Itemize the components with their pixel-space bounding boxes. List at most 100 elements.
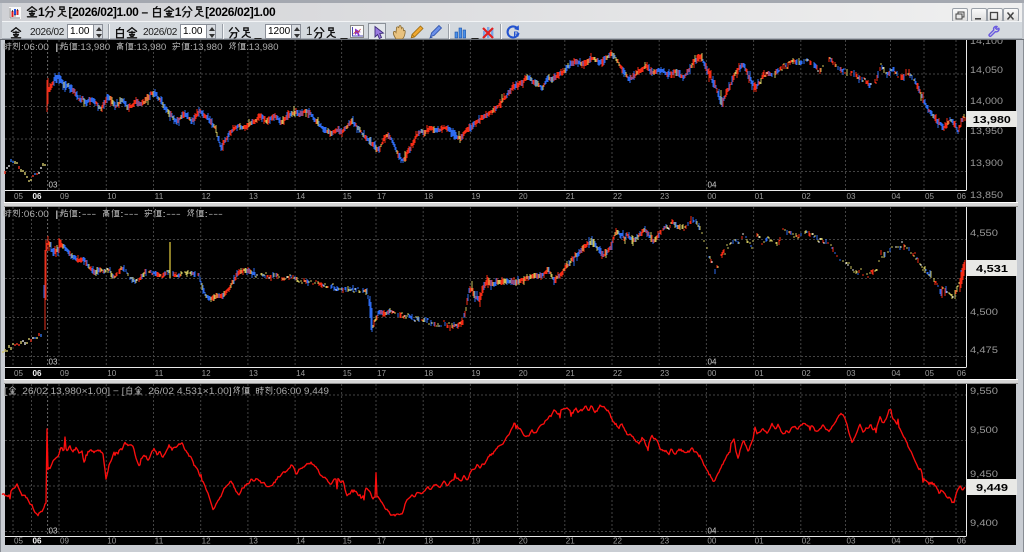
svg-text:4,531: 4,531 xyxy=(976,263,1008,275)
svg-text:06: 06 xyxy=(33,369,43,378)
svg-text:23: 23 xyxy=(660,369,670,378)
svg-text:14: 14 xyxy=(296,369,306,378)
svg-text:13,900: 13,900 xyxy=(970,158,1003,168)
svg-text:[: [ xyxy=(3,386,8,397)
svg-text:03: 03 xyxy=(49,181,59,190)
svg-text:00: 00 xyxy=(707,369,717,378)
svg-text:9,449: 9,449 xyxy=(976,482,1008,494)
svg-text::06:00: :06:00 xyxy=(21,209,49,220)
svg-text::---: :--- xyxy=(162,209,181,220)
svg-text:11: 11 xyxy=(155,369,165,378)
svg-text:09: 09 xyxy=(60,192,70,201)
svg-text:13,980: 13,980 xyxy=(973,114,1011,126)
svg-text:01: 01 xyxy=(755,192,765,201)
svg-text:26/02 13,980×1.00] − [: 26/02 13,980×1.00] − [ xyxy=(22,386,125,397)
svg-text:06: 06 xyxy=(957,369,967,378)
svg-text:11: 11 xyxy=(155,192,165,201)
svg-text:18: 18 xyxy=(424,537,434,546)
svg-text:23: 23 xyxy=(660,192,670,201)
svg-text:19: 19 xyxy=(471,537,481,546)
svg-text:13: 13 xyxy=(249,537,259,546)
svg-text:21: 21 xyxy=(566,537,576,546)
svg-text:02: 02 xyxy=(802,537,812,546)
svg-text:06: 06 xyxy=(957,192,967,201)
svg-text:10: 10 xyxy=(107,192,117,201)
svg-text::---: :--- xyxy=(120,209,139,220)
svg-text:17: 17 xyxy=(377,192,387,201)
svg-text:20: 20 xyxy=(519,537,529,546)
svg-text:20: 20 xyxy=(519,369,529,378)
svg-text::---: :--- xyxy=(78,209,97,220)
svg-text:03: 03 xyxy=(847,537,857,546)
svg-text:11: 11 xyxy=(155,537,165,546)
svg-text::06:00: :06:00 xyxy=(21,42,49,53)
svg-text:19: 19 xyxy=(471,192,481,201)
svg-text:18: 18 xyxy=(424,369,434,378)
svg-text:14,100: 14,100 xyxy=(970,36,1003,46)
svg-text:02: 02 xyxy=(802,369,812,378)
svg-text:4,550: 4,550 xyxy=(970,228,998,238)
svg-text:01: 01 xyxy=(755,537,765,546)
svg-text:9,450: 9,450 xyxy=(970,469,998,479)
svg-text:9,400: 9,400 xyxy=(970,518,998,528)
svg-text:22: 22 xyxy=(613,369,623,378)
svg-text:|: | xyxy=(55,209,60,220)
svg-text:09: 09 xyxy=(60,369,70,378)
svg-text:04: 04 xyxy=(892,369,902,378)
svg-text:12: 12 xyxy=(202,537,212,546)
svg-text:14: 14 xyxy=(296,537,306,546)
svg-text:10: 10 xyxy=(107,369,117,378)
svg-text:02: 02 xyxy=(802,192,812,201)
svg-text:9,500: 9,500 xyxy=(970,425,998,435)
svg-text:03: 03 xyxy=(49,358,59,367)
svg-text:03: 03 xyxy=(847,369,857,378)
svg-text:13,950: 13,950 xyxy=(970,126,1003,136)
svg-text:03: 03 xyxy=(49,527,59,536)
svg-text:05: 05 xyxy=(925,537,935,546)
svg-text:13,850: 13,850 xyxy=(970,190,1003,200)
svg-text:21: 21 xyxy=(566,192,576,201)
svg-text:15: 15 xyxy=(343,537,353,546)
svg-text:06: 06 xyxy=(33,192,43,201)
svg-text:15: 15 xyxy=(343,369,353,378)
svg-text:04: 04 xyxy=(892,192,902,201)
svg-text:17: 17 xyxy=(377,369,387,378)
svg-text:04: 04 xyxy=(708,527,718,536)
svg-text:06: 06 xyxy=(957,537,967,546)
svg-text:22: 22 xyxy=(613,537,623,546)
svg-text:9,550: 9,550 xyxy=(970,386,998,396)
svg-text::13,980: :13,980 xyxy=(190,42,223,53)
svg-text:06: 06 xyxy=(33,537,43,546)
svg-text:09: 09 xyxy=(60,537,70,546)
svg-text:15: 15 xyxy=(343,192,353,201)
svg-text:04: 04 xyxy=(708,358,718,367)
svg-text:05: 05 xyxy=(925,369,935,378)
svg-text:22: 22 xyxy=(613,192,623,201)
svg-text:05: 05 xyxy=(925,192,935,201)
svg-text:4,500: 4,500 xyxy=(970,307,998,317)
svg-text:26/02 4,531×1.00]: 26/02 4,531×1.00] xyxy=(148,386,232,397)
svg-text:00: 00 xyxy=(707,192,717,201)
svg-text:12: 12 xyxy=(202,369,212,378)
svg-text:18: 18 xyxy=(424,192,434,201)
svg-text:|: | xyxy=(55,42,60,53)
svg-text:05: 05 xyxy=(14,192,24,201)
svg-text:05: 05 xyxy=(14,369,24,378)
svg-text:04: 04 xyxy=(892,537,902,546)
svg-text:13: 13 xyxy=(249,369,259,378)
svg-text:00: 00 xyxy=(707,537,717,546)
svg-text::06:00 9,449: :06:00 9,449 xyxy=(273,386,329,397)
svg-text:4,475: 4,475 xyxy=(970,345,998,355)
svg-text:20: 20 xyxy=(519,192,529,201)
svg-text:13: 13 xyxy=(249,192,259,201)
svg-text:19: 19 xyxy=(471,369,481,378)
svg-text:04: 04 xyxy=(708,181,718,190)
svg-text:23: 23 xyxy=(660,537,670,546)
svg-text:03: 03 xyxy=(847,192,857,201)
svg-text::13,980: :13,980 xyxy=(134,42,167,53)
svg-text::---: :--- xyxy=(204,209,223,220)
svg-text:14,000: 14,000 xyxy=(970,96,1003,106)
svg-text::13,980: :13,980 xyxy=(78,42,111,53)
svg-text:14: 14 xyxy=(296,192,306,201)
svg-text:05: 05 xyxy=(14,537,24,546)
